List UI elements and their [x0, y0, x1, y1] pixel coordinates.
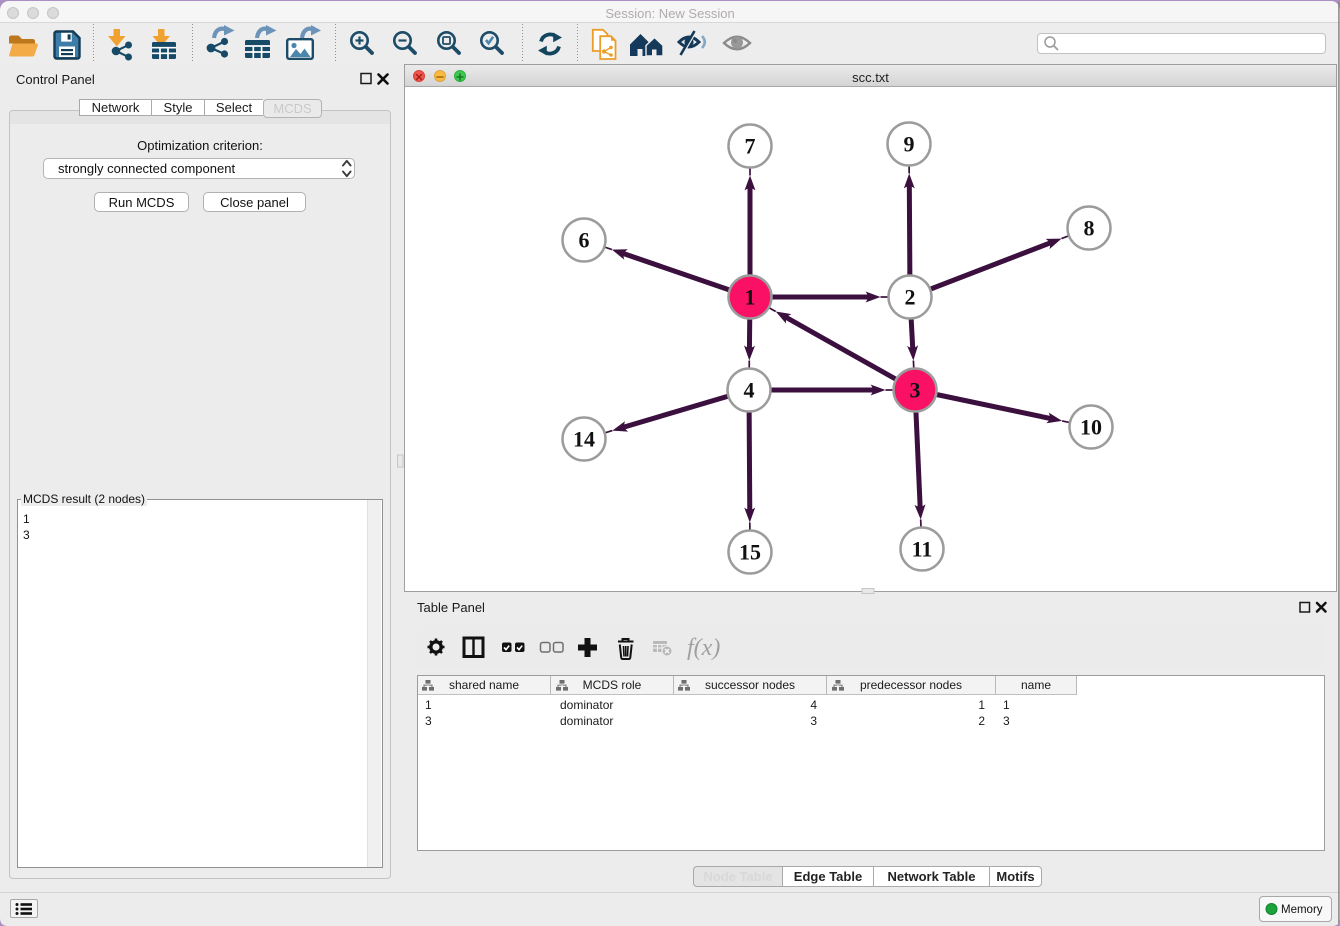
svg-text:15: 15: [739, 540, 761, 565]
svg-text:9: 9: [904, 132, 915, 157]
svg-text:2: 2: [905, 285, 916, 310]
svg-text:1: 1: [745, 285, 756, 310]
svg-text:6: 6: [579, 228, 590, 253]
svg-text:7: 7: [745, 134, 756, 159]
svg-text:10: 10: [1080, 415, 1102, 440]
svg-text:11: 11: [912, 537, 933, 562]
svg-text:3: 3: [910, 378, 921, 403]
svg-text:14: 14: [573, 427, 595, 452]
svg-text:4: 4: [744, 378, 755, 403]
svg-text:8: 8: [1084, 216, 1095, 241]
